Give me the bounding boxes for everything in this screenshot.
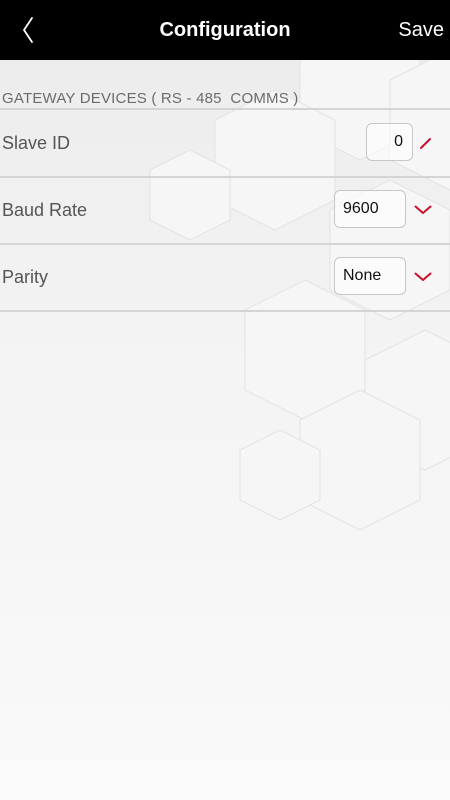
edit-slave-id-button[interactable]: [418, 135, 434, 151]
page-title: Configuration: [159, 19, 291, 41]
configuration-screen: Configuration Save GATEWAY DEVICES ( RS …: [0, 0, 450, 800]
navigation-bar: Configuration Save: [0, 0, 450, 60]
slave-id-value: 0: [394, 133, 403, 150]
section-header: GATEWAY DEVICES ( RS - 485 COMMS ): [2, 90, 299, 107]
section-divider: [0, 108, 450, 110]
slave-id-input[interactable]: 0: [366, 123, 413, 161]
parity-dropdown-button[interactable]: [412, 269, 434, 285]
chevron-down-icon: [414, 205, 432, 214]
pencil-icon: [420, 138, 431, 149]
parity-label: Parity: [2, 267, 49, 287]
save-button[interactable]: Save: [398, 0, 444, 60]
parity-select[interactable]: None: [334, 257, 406, 295]
baud-rate-dropdown-button[interactable]: [412, 202, 434, 218]
row-divider: [0, 243, 450, 245]
chevron-down-icon: [414, 272, 432, 281]
row-divider: [0, 176, 450, 178]
row-divider: [0, 310, 450, 312]
parity-value: None: [343, 267, 382, 284]
slave-id-label: Slave ID: [2, 133, 71, 153]
baud-rate-label: Baud Rate: [2, 200, 88, 220]
baud-rate-value: 9600: [343, 200, 379, 217]
baud-rate-select[interactable]: 9600: [334, 190, 406, 228]
